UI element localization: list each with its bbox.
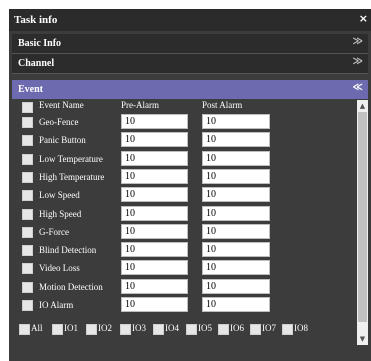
- table-row: Video Loss 10 10: [12, 259, 355, 277]
- io-option-label: IO7: [262, 323, 276, 333]
- header-pre-alarm: Pre-Alarm: [121, 100, 159, 110]
- pre-alarm-input[interactable]: 10: [121, 169, 188, 184]
- table-row: Low Speed 10 10: [12, 186, 355, 204]
- post-alarm-input[interactable]: 10: [202, 279, 270, 294]
- event-name: Low Speed: [39, 190, 80, 200]
- io-checkbox[interactable]: [250, 324, 261, 335]
- close-icon[interactable]: ×: [359, 12, 368, 25]
- event-name: Motion Detection: [39, 282, 103, 292]
- pre-alarm-input[interactable]: 10: [121, 206, 188, 221]
- io-option-label: IO6: [230, 323, 244, 333]
- io-option-label: IO3: [132, 323, 146, 333]
- pre-alarm-input[interactable]: 10: [121, 297, 188, 312]
- event-checkbox[interactable]: [22, 245, 33, 256]
- pre-alarm-input[interactable]: 10: [121, 224, 188, 239]
- post-alarm-input[interactable]: 10: [202, 242, 270, 257]
- io-option-label: All: [31, 323, 43, 333]
- section-basic-info[interactable]: Basic Info ≫: [12, 34, 368, 53]
- scrollbar-thumb[interactable]: [358, 112, 367, 322]
- event-name: Video Loss: [39, 263, 80, 273]
- io-option-label: IO8: [294, 323, 308, 333]
- io-checkbox[interactable]: [120, 324, 131, 335]
- section-label: Channel: [18, 58, 55, 69]
- event-checkbox[interactable]: [22, 190, 33, 201]
- scroll-down-icon[interactable]: ▼: [357, 333, 368, 345]
- io-checkbox[interactable]: [282, 324, 293, 335]
- event-panel: Event Name Pre-Alarm Post Alarm Geo-Fenc…: [12, 100, 368, 345]
- io-checkbox[interactable]: [186, 324, 197, 335]
- post-alarm-input[interactable]: 10: [202, 187, 270, 202]
- header-post-alarm: Post Alarm: [202, 100, 243, 110]
- table-row: Geo-Fence 10 10: [12, 113, 355, 131]
- header-event-name: Event Name: [39, 100, 84, 110]
- event-checkbox[interactable]: [22, 209, 33, 220]
- pre-alarm-input[interactable]: 10: [121, 242, 188, 257]
- post-alarm-input[interactable]: 10: [202, 297, 270, 312]
- dialog-titlebar: Task info ×: [9, 9, 371, 31]
- io-option-label: IO5: [198, 323, 212, 333]
- io-checkbox[interactable]: [153, 324, 164, 335]
- chevron-down-icon: ≫: [352, 56, 363, 67]
- io-options-row: All IO1 IO2 IO3 IO4 IO5 IO6 IO7 IO8: [12, 322, 355, 336]
- table-row: Motion Detection 10 10: [12, 278, 355, 296]
- event-checkbox[interactable]: [22, 154, 33, 165]
- event-checkbox[interactable]: [22, 300, 33, 311]
- pre-alarm-input[interactable]: 10: [121, 114, 188, 129]
- pre-alarm-input[interactable]: 10: [121, 260, 188, 275]
- event-checkbox[interactable]: [22, 117, 33, 128]
- table-row: High Temperature 10 10: [12, 168, 355, 186]
- table-row: Panic Button 10 10: [12, 131, 355, 149]
- table-row: IO Alarm 10 10: [12, 296, 355, 314]
- post-alarm-input[interactable]: 10: [202, 169, 270, 184]
- table-row: Low Temperature 10 10: [12, 150, 355, 168]
- post-alarm-input[interactable]: 10: [202, 224, 270, 239]
- table-row: Blind Detection 10 10: [12, 241, 355, 259]
- io-checkbox[interactable]: [218, 324, 229, 335]
- pre-alarm-input[interactable]: 10: [121, 187, 188, 202]
- section-label: Event: [18, 84, 43, 95]
- io-checkbox[interactable]: [86, 324, 97, 335]
- pre-alarm-input[interactable]: 10: [121, 132, 188, 147]
- event-checkbox[interactable]: [22, 135, 33, 146]
- divider: [12, 73, 368, 74]
- section-label: Basic Info: [18, 38, 62, 49]
- io-option-label: IO1: [64, 323, 78, 333]
- event-name: Geo-Fence: [39, 117, 79, 127]
- section-event[interactable]: Event ≪: [12, 80, 368, 99]
- io-option-label: IO2: [98, 323, 112, 333]
- scroll-up-icon[interactable]: ▲: [357, 100, 368, 112]
- event-checkbox[interactable]: [22, 172, 33, 183]
- event-checkbox[interactable]: [22, 227, 33, 238]
- post-alarm-input[interactable]: 10: [202, 132, 270, 147]
- task-info-dialog: Task info × Basic Info ≫ Channel ≫ Event…: [9, 9, 371, 361]
- event-checkbox[interactable]: [22, 282, 33, 293]
- post-alarm-input[interactable]: 10: [202, 206, 270, 221]
- post-alarm-input[interactable]: 10: [202, 114, 270, 129]
- event-checkbox[interactable]: [22, 263, 33, 274]
- event-name: Low Temperature: [39, 154, 103, 164]
- io-checkbox[interactable]: [19, 324, 30, 335]
- event-name: Panic Button: [39, 135, 86, 145]
- table-row: G-Force 10 10: [12, 223, 355, 241]
- pre-alarm-input[interactable]: 10: [121, 279, 188, 294]
- event-name: Blind Detection: [39, 245, 97, 255]
- io-option-label: IO4: [165, 323, 179, 333]
- event-name: IO Alarm: [39, 300, 74, 310]
- io-checkbox[interactable]: [52, 324, 63, 335]
- select-all-events-checkbox[interactable]: [22, 102, 33, 113]
- post-alarm-input[interactable]: 10: [202, 260, 270, 275]
- chevron-down-icon: ≫: [352, 36, 363, 47]
- chevron-up-icon: ≪: [352, 82, 363, 93]
- event-name: G-Force: [39, 227, 69, 237]
- section-channel[interactable]: Channel ≫: [12, 54, 368, 73]
- post-alarm-input[interactable]: 10: [202, 151, 270, 166]
- event-name: High Speed: [39, 209, 82, 219]
- scrollbar[interactable]: ▲ ▼: [357, 100, 368, 345]
- dialog-title: Task info: [14, 14, 58, 26]
- event-name: High Temperature: [39, 172, 105, 182]
- pre-alarm-input[interactable]: 10: [121, 151, 188, 166]
- table-row: High Speed 10 10: [12, 205, 355, 223]
